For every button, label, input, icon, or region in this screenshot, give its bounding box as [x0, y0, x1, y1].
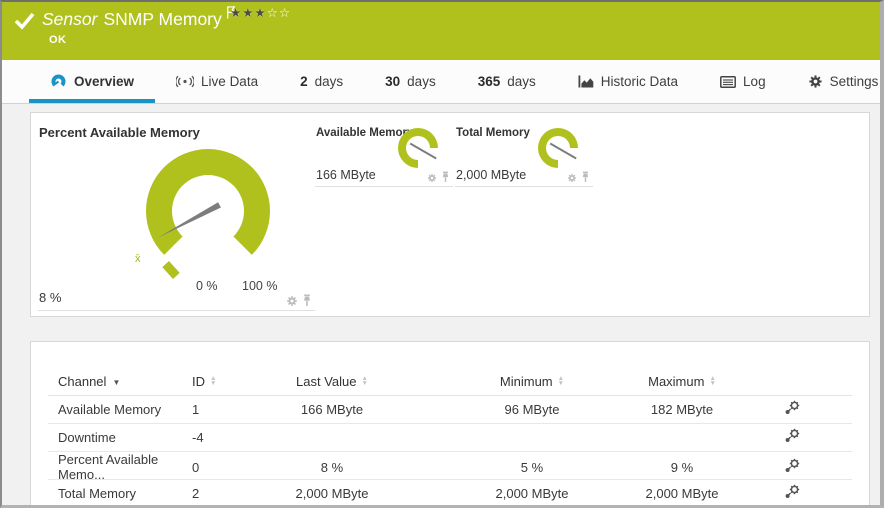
gauge-value: 166 MByte: [316, 168, 376, 182]
gauge-widget-percent-available-memory[interactable]: Percent Available Memory x̄ 0 % 100 % 8 …: [38, 119, 315, 311]
gauge-value: 2,000 MByte: [456, 168, 527, 182]
tab-label: Overview: [74, 74, 135, 89]
cell-channel: Downtime: [58, 430, 116, 445]
table-row-downtime[interactable]: Downtime -4: [48, 424, 852, 452]
prtg-sensor-window: Sensor SNMP Memory ★★★☆☆ OK Overview Live…: [0, 0, 884, 508]
tab-settings[interactable]: Settings: [787, 60, 880, 103]
channels-table: Channel ▼ ID ▲ ▼ Last Value ▲ ▼ Minimum ▲ ▼ Max…: [48, 367, 852, 505]
sort-desc-icon: ▼: [112, 377, 121, 387]
widget-icons: [427, 171, 450, 183]
sensor-type-label: Sensor: [42, 9, 98, 29]
gauge-widget-available-memory[interactable]: Available Memory 166 MByte: [315, 125, 453, 187]
tab-label: Settings: [829, 74, 879, 89]
widget-gear-icon[interactable]: [567, 173, 577, 183]
cell-minimum: 2,000 MByte: [495, 486, 569, 501]
gauge-title: Total Memory: [456, 127, 530, 139]
cell-maximum: 9 %: [670, 459, 694, 475]
tab-bar: Overview Live Data 2 days 30 days 365 da…: [2, 60, 880, 104]
cell-id: 1: [192, 402, 200, 417]
cell-channel: Percent Available Memo...: [58, 452, 159, 482]
tab-365-days[interactable]: 365 days: [457, 60, 557, 103]
ok-check-icon: [13, 11, 36, 35]
gauge-widget-total-memory[interactable]: Total Memory 2,000 MByte: [455, 125, 593, 187]
sort-icon: ▲ ▼: [210, 375, 217, 388]
widget-icons: [567, 171, 590, 183]
cell-channel: Total Memory: [58, 486, 137, 501]
widget-icons: [286, 294, 312, 307]
log-icon: [720, 75, 736, 88]
status-badge: OK: [49, 34, 67, 46]
cell-channel: Available Memory: [58, 402, 162, 417]
cell-last-value: 166 MByte: [300, 402, 364, 417]
cell-id: -4: [192, 430, 204, 445]
column-header-minimum[interactable]: Minimum ▲ ▼: [462, 374, 602, 389]
gauges-panel: Percent Available Memory x̄ 0 % 100 % 8 …: [30, 112, 870, 317]
sort-icon: ▲ ▼: [361, 375, 368, 388]
priority-stars[interactable]: ★★★☆☆: [230, 5, 291, 20]
cell-id: 0: [192, 459, 200, 475]
gauge-scale-min: 0 %: [196, 279, 218, 293]
gear-icon: [808, 75, 822, 88]
channel-settings-icon[interactable]: [784, 428, 800, 444]
stars-empty[interactable]: ☆☆: [267, 6, 291, 20]
widget-gear-icon[interactable]: [427, 173, 437, 183]
table-header-row: Channel ▼ ID ▲ ▼ Last Value ▲ ▼ Minimum ▲ ▼ Max…: [48, 367, 852, 396]
cell-maximum: 2,000 MByte: [645, 486, 719, 501]
cell-id: 2: [192, 486, 200, 501]
tab-30-days[interactable]: 30 days: [364, 60, 457, 103]
cell-last-value: 8 %: [320, 459, 344, 475]
table-row-total-memory[interactable]: Total Memory 2 2,000 MByte 2,000 MByte 2…: [48, 480, 852, 505]
live-data-icon: [176, 75, 195, 88]
channel-settings-icon[interactable]: [784, 458, 800, 474]
sort-icon: ▲ ▼: [709, 375, 716, 388]
tab-label: days: [407, 74, 436, 89]
sensor-name: SNMP Memory: [103, 9, 222, 29]
tab-label: Log: [743, 74, 766, 89]
table-row-available-memory[interactable]: Available Memory 1 166 MByte 96 MByte 18…: [48, 396, 852, 424]
stars-filled[interactable]: ★★★: [230, 6, 267, 20]
tab-label: days: [314, 74, 344, 89]
sensor-header: Sensor SNMP Memory ★★★☆☆ OK: [2, 2, 880, 60]
pin-icon[interactable]: [441, 171, 450, 183]
gauge-value: 8 %: [39, 290, 62, 305]
column-header-last-value[interactable]: Last Value ▲ ▼: [262, 374, 402, 389]
total-memory-gauge: [538, 128, 578, 168]
table-row-percent-available-memory[interactable]: Percent Available Memo... 0 8 % 5 % 9 %: [48, 452, 852, 482]
column-header-id[interactable]: ID ▲ ▼: [192, 374, 262, 389]
tab-number: 2: [300, 74, 308, 89]
tab-label: Historic Data: [600, 74, 679, 89]
tab-overview[interactable]: Overview: [29, 60, 156, 103]
tab-label: Live Data: [201, 74, 259, 89]
page-title: Sensor SNMP Memory: [42, 6, 236, 30]
widget-gear-icon[interactable]: [286, 295, 298, 307]
tab-label: days: [507, 74, 536, 89]
column-header-maximum[interactable]: Maximum ▲ ▼: [602, 374, 762, 389]
pin-icon[interactable]: [302, 294, 312, 307]
channels-panel: Channel ▼ ID ▲ ▼ Last Value ▲ ▼ Minimum ▲ ▼ Max…: [30, 341, 870, 505]
sort-icon: ▲ ▼: [557, 375, 565, 388]
percent-gauge: x̄: [135, 148, 270, 279]
tab-live-data[interactable]: Live Data: [155, 60, 279, 103]
cell-minimum: 5 %: [520, 459, 544, 475]
cell-minimum: 96 MByte: [504, 402, 560, 417]
cell-maximum: 182 MByte: [650, 402, 714, 417]
average-marker: x̄: [135, 253, 141, 265]
channel-settings-icon[interactable]: [784, 484, 800, 500]
tab-number: 365: [477, 74, 501, 89]
tab-number: 30: [385, 74, 401, 89]
pin-icon[interactable]: [581, 171, 590, 183]
tab-2-days[interactable]: 2 days: [279, 60, 364, 103]
available-memory-gauge: [398, 128, 438, 168]
area-chart-icon: [578, 75, 594, 88]
tab-historic-data[interactable]: Historic Data: [557, 60, 699, 103]
gauge-scale-max: 100 %: [242, 279, 278, 293]
tab-log[interactable]: Log: [699, 60, 787, 103]
cell-last-value: 2,000 MByte: [295, 486, 369, 501]
column-header-channel[interactable]: Channel ▼: [48, 374, 192, 389]
gauge-icon: [51, 74, 66, 87]
channel-settings-icon[interactable]: [784, 400, 800, 416]
